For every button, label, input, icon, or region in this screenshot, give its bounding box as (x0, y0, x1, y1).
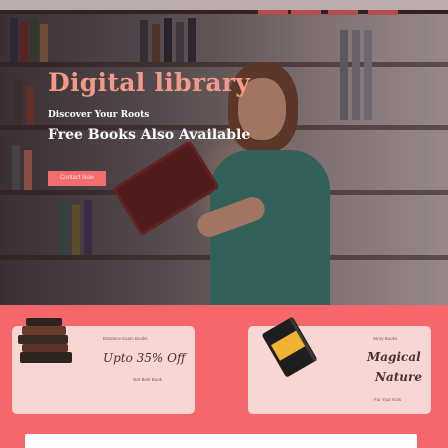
card-footer-label: Get Best Book (133, 377, 163, 382)
next-section-panel (25, 434, 417, 448)
book-stack-icon (16, 316, 76, 371)
stack-book (22, 344, 68, 352)
card-footer-label: For Your Kids (374, 397, 402, 402)
card-headline-line2: Nature (375, 370, 422, 384)
hero-tagline: Free Books Also Available (48, 127, 251, 143)
card-small-label: Entrance Exam Books (103, 336, 148, 341)
page: Digital library Discover Your Roots Free… (0, 0, 448, 448)
hero-overlay (0, 0, 448, 305)
stack-book (18, 335, 68, 344)
contact-now-button[interactable]: Contact Now (48, 171, 106, 186)
card-headline-line1: Magical (367, 350, 421, 364)
stack-book (26, 318, 62, 326)
notebook-icon (262, 316, 317, 377)
card-small-label: Story Books (373, 336, 398, 341)
hero-title: Digital library (48, 68, 251, 97)
stack-book (22, 326, 66, 335)
hero-banner: Digital library Discover Your Roots Free… (0, 0, 448, 305)
stack-book (20, 352, 72, 363)
card-headline: Upto 35% Off (103, 351, 186, 365)
hero-subtitle: Discover Your Roots (48, 110, 150, 120)
